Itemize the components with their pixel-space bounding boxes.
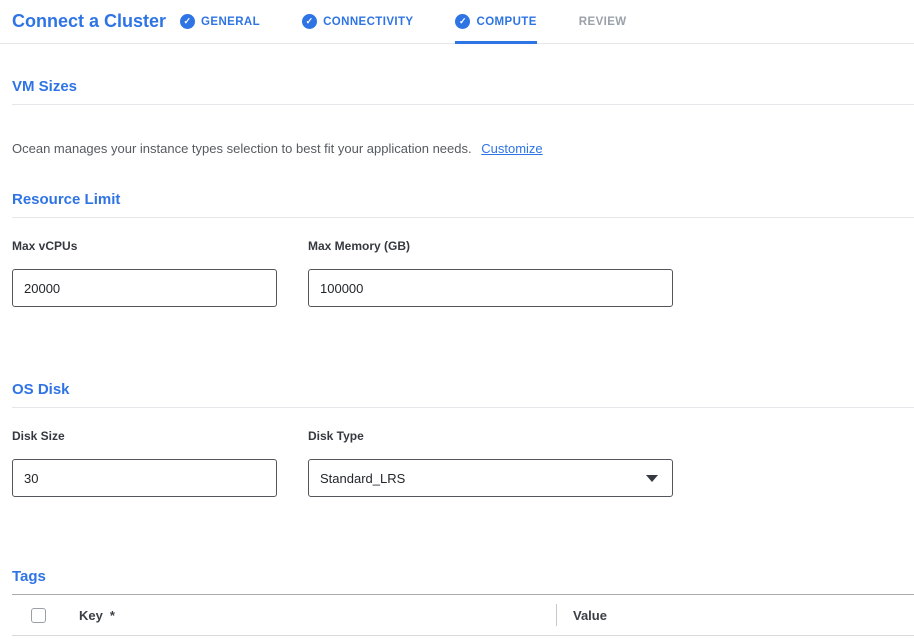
check-circle-icon: ✓ (180, 14, 195, 29)
max-memory-field: Max Memory (GB) (308, 239, 673, 307)
disk-size-label: Disk Size (12, 429, 277, 443)
wizard-header: Connect a Cluster ✓ GENERAL ✓ CONNECTIVI… (0, 0, 914, 44)
tab-compute[interactable]: ✓ COMPUTE (455, 0, 536, 43)
key-column-label: Key (79, 608, 103, 623)
tab-compute-label: COMPUTE (476, 16, 536, 28)
disk-size-field: Disk Size (12, 429, 277, 497)
os-disk-fields: Disk Size Disk Type Standard_LRS (12, 429, 914, 497)
wizard-tabs: ✓ GENERAL ✓ CONNECTIVITY ✓ COMPUTE REVIE… (180, 0, 669, 43)
max-vcpus-input[interactable] (12, 269, 277, 307)
disk-type-selected-value: Standard_LRS (320, 471, 405, 486)
tab-connectivity[interactable]: ✓ CONNECTIVITY (302, 0, 413, 43)
tab-general[interactable]: ✓ GENERAL (180, 0, 260, 43)
compute-step-content: VM Sizes Ocean manages your instance typ… (0, 78, 914, 636)
select-all-checkbox[interactable] (31, 608, 46, 623)
check-circle-icon: ✓ (455, 14, 470, 29)
tab-connectivity-label: CONNECTIVITY (323, 16, 413, 28)
chevron-down-icon (646, 475, 658, 482)
os-disk-heading: OS Disk (12, 381, 914, 408)
resource-limit-fields: Max vCPUs Max Memory (GB) (12, 239, 914, 307)
customize-link[interactable]: Customize (481, 141, 542, 156)
disk-size-input[interactable] (12, 459, 277, 497)
key-column-header: Key * (79, 608, 556, 623)
page-title: Connect a Cluster (12, 11, 166, 32)
disk-type-label: Disk Type (308, 429, 673, 443)
vm-sizes-description: Ocean manages your instance types select… (12, 141, 914, 156)
required-marker: * (110, 608, 115, 623)
tab-review-label: REVIEW (579, 16, 627, 28)
vm-sizes-description-text: Ocean manages your instance types select… (12, 141, 472, 156)
disk-type-field: Disk Type Standard_LRS (308, 429, 673, 497)
value-column-header: Value (573, 608, 607, 623)
max-memory-input[interactable] (308, 269, 673, 307)
disk-type-select[interactable]: Standard_LRS (308, 459, 673, 497)
tab-review[interactable]: REVIEW (579, 0, 627, 43)
max-vcpus-label: Max vCPUs (12, 239, 277, 253)
resource-limit-heading: Resource Limit (12, 191, 914, 218)
check-circle-icon: ✓ (302, 14, 317, 29)
tags-table-header: Key * Value (12, 595, 914, 636)
tags-heading: Tags (12, 568, 914, 595)
tab-general-label: GENERAL (201, 16, 260, 28)
max-vcpus-field: Max vCPUs (12, 239, 277, 307)
column-divider (556, 604, 557, 626)
max-memory-label: Max Memory (GB) (308, 239, 673, 253)
vm-sizes-heading: VM Sizes (12, 78, 914, 105)
